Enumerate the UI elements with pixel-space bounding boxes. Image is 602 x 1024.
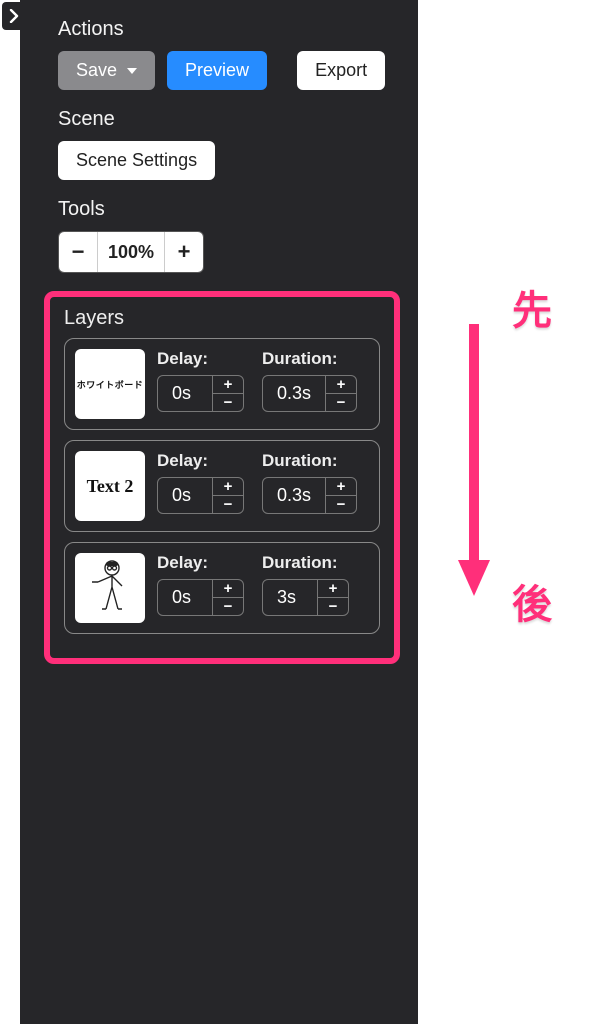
delay-label: Delay: [157, 451, 244, 471]
delay-input[interactable]: 0s + − [157, 477, 244, 514]
layer-row[interactable]: ホワイトボード Delay: 0s + − Duration: [64, 338, 380, 430]
tools-heading: Tools [58, 198, 400, 221]
delay-input[interactable]: 0s + − [157, 579, 244, 616]
scene-heading: Scene [58, 108, 400, 131]
person-icon [80, 556, 140, 620]
delay-increment-button[interactable]: + [213, 376, 243, 393]
duration-label: Duration: [262, 553, 349, 573]
duration-increment-button[interactable]: + [326, 376, 356, 393]
zoom-out-button[interactable]: − [59, 232, 97, 272]
annotation-area: 先 後 [418, 0, 602, 1024]
delay-value: 0s [158, 478, 212, 513]
chevron-right-icon [8, 9, 20, 23]
duration-increment-button[interactable]: + [318, 580, 348, 597]
duration-input[interactable]: 3s + − [262, 579, 349, 616]
delay-value: 0s [158, 376, 212, 411]
panel-collapse-rail [0, 0, 20, 1024]
export-button[interactable]: Export [297, 51, 385, 90]
save-button-label: Save [76, 60, 117, 81]
zoom-control: − 100% + [58, 231, 204, 273]
caret-down-icon [127, 68, 137, 74]
actions-heading: Actions [58, 18, 400, 41]
annotation-first-label: 先 [512, 278, 552, 336]
layer-thumbnail: ホワイトボード [75, 349, 145, 419]
arrow-down-icon [454, 324, 494, 604]
zoom-value: 100% [97, 232, 165, 272]
delay-value: 0s [158, 580, 212, 615]
delay-increment-button[interactable]: + [213, 478, 243, 495]
duration-value: 0.3s [263, 376, 325, 411]
preview-button[interactable]: Preview [167, 51, 267, 90]
duration-input[interactable]: 0.3s + − [262, 477, 357, 514]
zoom-in-button[interactable]: + [165, 232, 203, 272]
layers-heading: Layers [64, 307, 380, 330]
duration-decrement-button[interactable]: − [326, 393, 356, 411]
layer-row[interactable]: Delay: 0s + − Duration: 3s [64, 542, 380, 634]
delay-label: Delay: [157, 349, 244, 369]
layer-row[interactable]: Text 2 Delay: 0s + − Duration: [64, 440, 380, 532]
duration-increment-button[interactable]: + [326, 478, 356, 495]
duration-decrement-button[interactable]: − [326, 495, 356, 513]
annotation-last-label: 後 [512, 572, 552, 630]
layer-thumbnail: Text 2 [75, 451, 145, 521]
duration-input[interactable]: 0.3s + − [262, 375, 357, 412]
duration-decrement-button[interactable]: − [318, 597, 348, 615]
layers-panel-highlight: Layers ホワイトボード Delay: 0s + − [44, 291, 400, 664]
duration-value: 3s [263, 580, 317, 615]
save-button[interactable]: Save [58, 51, 155, 90]
duration-value: 0.3s [263, 478, 325, 513]
delay-decrement-button[interactable]: − [213, 495, 243, 513]
duration-label: Duration: [262, 349, 357, 369]
delay-increment-button[interactable]: + [213, 580, 243, 597]
delay-decrement-button[interactable]: − [213, 393, 243, 411]
scene-settings-button[interactable]: Scene Settings [58, 141, 215, 180]
delay-label: Delay: [157, 553, 244, 573]
delay-decrement-button[interactable]: − [213, 597, 243, 615]
layer-thumbnail [75, 553, 145, 623]
side-panel: Actions Save Preview Export Scene Scene … [20, 0, 418, 1024]
duration-label: Duration: [262, 451, 357, 471]
delay-input[interactable]: 0s + − [157, 375, 244, 412]
